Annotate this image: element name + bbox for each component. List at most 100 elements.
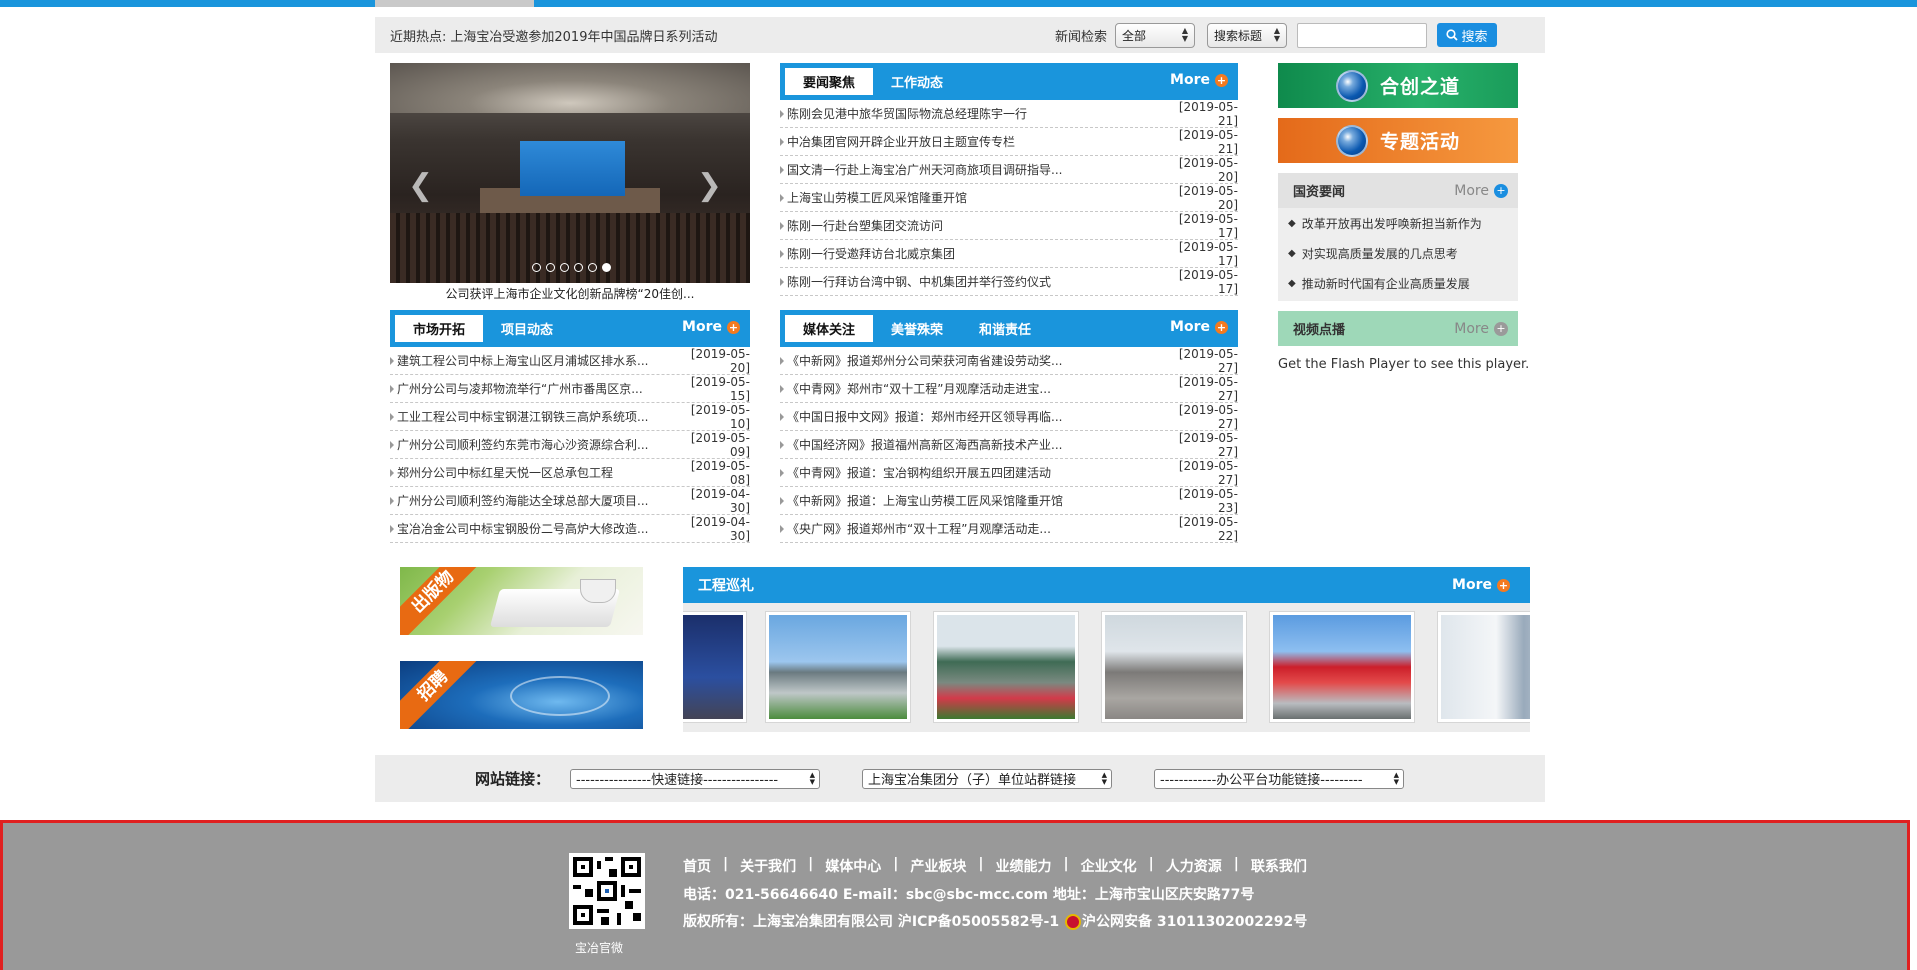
separator: | <box>808 856 814 872</box>
list-item[interactable]: 中冶集团官网开辟企业开放日主题宣传专栏 [2019-05-21] <box>780 128 1238 156</box>
list-item[interactable]: ◆ 改革开放再出发呼唤新担当新作为 <box>1278 208 1518 238</box>
footer-link-industry[interactable]: 产业板块 <box>910 856 966 876</box>
slide-dot-active[interactable] <box>602 263 611 272</box>
list-item[interactable]: 《中国经济网》报道福州高新区海西高新技术产业... [2019-05-27] <box>780 431 1238 459</box>
list-item[interactable]: ◆ 推动新时代国有企业高质量发展 <box>1278 268 1518 298</box>
footer-link-about[interactable]: 关于我们 <box>740 856 796 876</box>
publications-banner[interactable]: 出版物 <box>400 567 643 635</box>
list-item[interactable]: 建筑工程公司中标上海宝山区月浦城区排水系... [2019-05-20] <box>390 347 750 375</box>
footer-police-record[interactable]: 沪公网安备 31011302002292号 <box>1082 914 1307 930</box>
footer-link-media[interactable]: 媒体中心 <box>825 856 881 876</box>
list-item[interactable]: 广州分公司与凌邦物流举行“广州市番禺区京... [2019-05-15] <box>390 375 750 403</box>
quick-links-select[interactable]: ----------------快速链接---------------- ▲ ▼ <box>570 768 821 789</box>
search-input[interactable] <box>1297 22 1427 48</box>
gallery-image[interactable] <box>933 611 1079 723</box>
search-button[interactable]: 搜索 <box>1437 23 1497 47</box>
sasac-more-link[interactable]: More + <box>1454 183 1508 199</box>
list-item[interactable]: 上海宝山劳模工匠风采馆隆重开馆 [2019-05-20] <box>780 184 1238 212</box>
flash-placeholder[interactable]: Get the Flash Player to see this player. <box>1278 357 1529 372</box>
list-item[interactable]: 《中青网》报道：宝冶钢构组织开展五四团建活动 [2019-05-27] <box>780 459 1238 487</box>
gallery-image[interactable] <box>1101 611 1247 723</box>
gallery-image[interactable] <box>1437 611 1530 723</box>
plus-icon: + <box>727 320 740 334</box>
tab-media-attention[interactable]: 媒体关注 <box>785 315 874 342</box>
list-item[interactable]: 广州分公司顺利签约东莞市海心沙资源综合利... [2019-05-09] <box>390 431 750 459</box>
qr-pattern <box>573 857 641 925</box>
gallery-image[interactable] <box>683 611 747 723</box>
list-item[interactable]: 国文清一行赴上海宝冶广州天河商旅项目调研指导... [2019-05-20] <box>780 156 1238 184</box>
gallery-photo <box>1441 615 1530 719</box>
list-item-date: [2019-05-20] <box>1178 183 1238 212</box>
list-item[interactable]: 陈刚一行拜访台湾中钢、中机集团并举行签约仪式 [2019-05-17] <box>780 268 1238 296</box>
footer-link-performance[interactable]: 业绩能力 <box>996 856 1052 876</box>
slide-audience <box>390 213 750 283</box>
gallery-image[interactable] <box>1269 611 1415 723</box>
slide-dot[interactable] <box>560 263 569 272</box>
list-item[interactable]: ◆ 对实现高质量发展的几点思考 <box>1278 238 1518 268</box>
hechuang-button[interactable]: 合创之道 <box>1278 63 1518 108</box>
police-emblem-icon <box>1064 914 1081 930</box>
hot-news-link[interactable]: 上海宝冶受邀参加2019年中国品牌日系列活动 <box>450 26 717 45</box>
list-item[interactable]: 《中青网》郑州市“双十工程”月观摩活动走进宝... [2019-05-27] <box>780 375 1238 403</box>
qr-code-icon <box>569 853 645 929</box>
list-item[interactable]: 陈刚会见港中旅华贸国际物流总经理陈宇一行 [2019-05-21] <box>780 100 1238 128</box>
video-header: 视频点播 More + <box>1278 311 1518 346</box>
news-more-link[interactable]: More + <box>1170 72 1228 88</box>
tab-project-updates[interactable]: 项目动态 <box>483 315 571 342</box>
select-arrows-icon: ▲ ▼ <box>1393 770 1400 786</box>
footer-link-hr[interactable]: 人力资源 <box>1166 856 1222 876</box>
top-accent-tab <box>375 0 534 7</box>
special-events-button[interactable]: 专题活动 <box>1278 118 1518 163</box>
gallery-image[interactable] <box>765 611 911 723</box>
list-item[interactable]: 郑州分公司中标红星天悦一区总承包工程 [2019-05-08] <box>390 459 750 487</box>
gallery-more-link[interactable]: More + <box>1452 577 1510 593</box>
video-more-link[interactable]: More + <box>1454 321 1508 337</box>
list-item[interactable]: 陈刚一行赴台塑集团交流访问 [2019-05-17] <box>780 212 1238 240</box>
list-item[interactable]: 工业工程公司中标宝钢湛江钢铁三高炉系统项... [2019-05-10] <box>390 403 750 431</box>
office-links-select[interactable]: ------------办公平台功能链接--------- ▲ ▼ <box>1154 768 1405 789</box>
list-item[interactable]: 《中新网》报道郑州分公司荣获河南省建设劳动奖... [2019-05-27] <box>780 347 1238 375</box>
slide-next-icon[interactable]: ❯ <box>697 168 722 203</box>
site-footer: 宝冶官微 首页 | 关于我们 | 媒体中心 | 产业板块 | 业绩能力 | 企业文化 | 人… <box>0 820 1910 970</box>
tab-honors[interactable]: 美誉殊荣 <box>873 315 961 342</box>
tab-market-expansion[interactable]: 市场开拓 <box>395 315 484 342</box>
market-more-link[interactable]: More + <box>682 319 740 335</box>
footer-link-culture[interactable]: 企业文化 <box>1081 856 1137 876</box>
media-more-link[interactable]: More + <box>1170 319 1228 335</box>
search-scope-select[interactable]: 全部 ▲ ▼ <box>1115 22 1195 48</box>
plus-icon: + <box>1494 183 1508 198</box>
slide-dot[interactable] <box>532 263 541 272</box>
list-item[interactable]: 陈刚一行受邀拜访台北威京集团 [2019-05-17] <box>780 240 1238 268</box>
list-item-title: 《中国日报中文网》报道：郑州市经开区领导再临... <box>787 410 1063 424</box>
list-item-title: 《中青网》报道：宝冶钢构组织开展五四团建活动 <box>787 466 1052 480</box>
search-field-select[interactable]: 搜索标题 ▲ ▼ <box>1207 22 1287 48</box>
slide-dot[interactable] <box>574 263 583 272</box>
footer-link-contact[interactable]: 联系我们 <box>1251 856 1307 876</box>
list-item[interactable]: 《中国日报中文网》报道：郑州市经开区领导再临... [2019-05-27] <box>780 403 1238 431</box>
slide-dot[interactable] <box>588 263 597 272</box>
recruitment-banner[interactable]: 招聘 <box>400 661 643 729</box>
search-scope-value: 全部 <box>1122 28 1147 43</box>
market-panel: 市场开拓 项目动态 More + 建筑工程公司中标上海宝山区月浦城区排水系... [… <box>390 310 750 543</box>
slide-caption[interactable]: 公司获评上海市企业文化创新品牌榜“20佳创... <box>390 285 750 302</box>
news-slideshow[interactable]: ❮ ❯ <box>390 63 750 283</box>
separator: | <box>1148 856 1154 872</box>
footer-link-home[interactable]: 首页 <box>683 856 711 876</box>
tab-responsibility[interactable]: 和谐责任 <box>961 315 1049 342</box>
list-item[interactable]: 广州分公司顺利签约海能达全球总部大厦项目... [2019-04-30] <box>390 487 750 515</box>
list-item[interactable]: 《央广网》报道郑州市“双十工程”月观摩活动走... [2019-05-22] <box>780 515 1238 543</box>
special-events-label: 专题活动 <box>1379 131 1460 153</box>
tab-work-updates[interactable]: 工作动态 <box>873 68 961 95</box>
subsidiary-links-select[interactable]: 上海宝冶集团分（子）单位站群链接 ▲ ▼ <box>862 768 1113 789</box>
list-item-title: 陈刚会见港中旅华贸国际物流总经理陈宇一行 <box>787 107 1028 121</box>
list-item[interactable]: 宝冶冶金公司中标宝钢股份二号高炉大修改造... [2019-04-30] <box>390 515 750 543</box>
list-item-title: 中冶集团官网开辟企业开放日主题宣传专栏 <box>787 135 1016 149</box>
slide-dot[interactable] <box>546 263 555 272</box>
slide-prev-icon[interactable]: ❮ <box>408 168 433 203</box>
tab-news-focus[interactable]: 要闻聚焦 <box>785 68 874 95</box>
sasac-news-header: 国资要闻 More + <box>1278 173 1518 208</box>
media-panel: 媒体关注 美誉殊荣 和谐责任 More + 《中新网》报道郑州分公司荣获河南省建设… <box>780 310 1238 543</box>
list-item-date: [2019-05-17] <box>1178 267 1238 296</box>
list-item[interactable]: 《中新网》报道：上海宝山劳模工匠风采馆隆重开馆 [2019-05-23] <box>780 487 1238 515</box>
gallery-title: 工程巡礼 <box>698 578 754 594</box>
